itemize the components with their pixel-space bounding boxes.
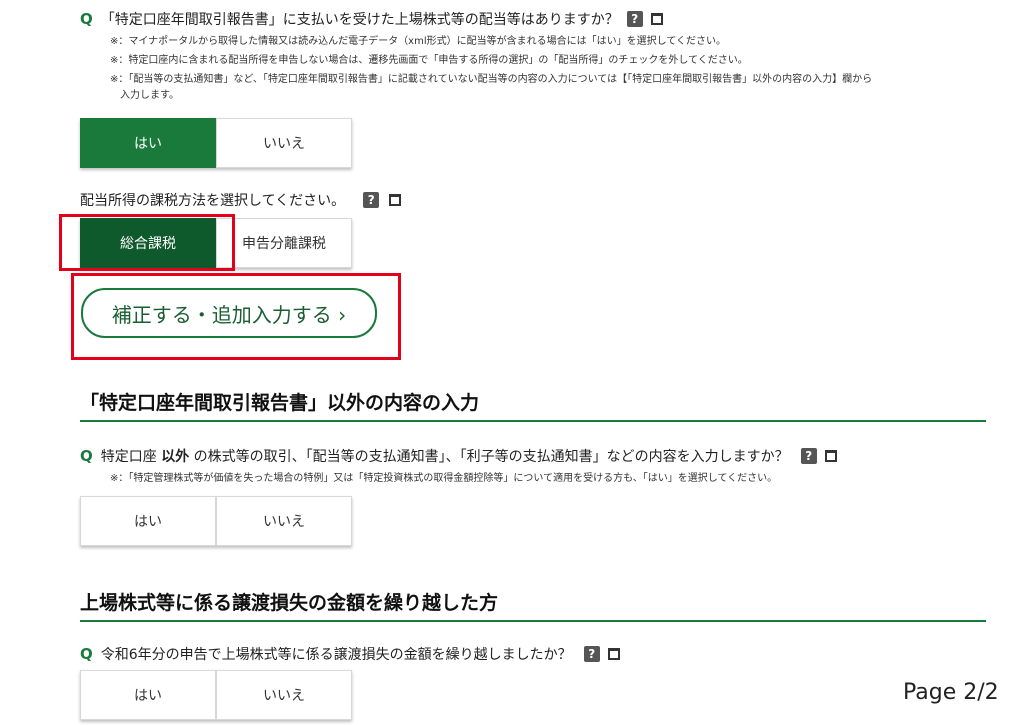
bunri-kazei-button[interactable]: 申告分離課税 <box>216 218 352 268</box>
section2-answer-group: はい いいえ <box>80 496 352 546</box>
section2-no-button[interactable]: いいえ <box>216 496 352 546</box>
q1-no-button[interactable]: いいえ <box>216 118 352 168</box>
new-window-icon[interactable] <box>650 13 663 25</box>
q1-text: 「特定口座年間取引報告書」に支払いを受けた上場株式等の配当等はありますか？ <box>100 12 619 28</box>
section3-answer-group: はい いいえ <box>80 670 352 720</box>
q1-note-3: ※：「配当等の支払通知書」など、「特定口座年間取引報告書」に記載されていない配当… <box>110 74 873 85</box>
q1-note-2: ※：特定口座内に含まれる配当所得を申告しない場合は、遷移先画面で「申告する所得の… <box>110 55 748 66</box>
help-icon[interactable]: ? <box>800 448 817 464</box>
correct-add-input-button[interactable]: 補正する・追加入力する › <box>81 288 377 338</box>
question-mark-label: Q <box>80 10 93 28</box>
section3-no-button[interactable]: いいえ <box>216 670 352 720</box>
help-icon[interactable]: ? <box>363 192 380 208</box>
section-heading: 「特定口座年間取引報告書」以外の内容の入力 <box>80 392 480 414</box>
q1-note-1: ※：マイナポータルから取得した情報又は読み込んだ電子データ（xml形式）に配当等… <box>110 36 727 47</box>
section3-question-text: 令和6年分の申告で上場株式等に係る譲渡損失の金額を繰り越しましたか？ <box>100 647 572 663</box>
help-icon[interactable]: ? <box>583 646 600 662</box>
page-indicator: Page 2/2 <box>903 680 999 705</box>
q1-question: Q 「特定口座年間取引報告書」に支払いを受けた上場株式等の配当等はありますか？ … <box>80 9 663 29</box>
help-icon[interactable]: ? <box>626 11 643 27</box>
question-mark-label: Q <box>80 447 93 465</box>
section-divider <box>80 420 986 422</box>
q2-question: 配当所得の課税方法を選択してください。 ? <box>80 190 402 210</box>
section3-question: Q 令和6年分の申告で上場株式等に係る譲渡損失の金額を繰り越しましたか？ ? <box>80 644 620 664</box>
section2-question-text: 特定口座 以外 の株式等の取引、「配当等の支払通知書」、「利子等の支払通知書」な… <box>101 446 789 466</box>
section2-note: ※：「特定管理株式等が価値を失った場合の特例」又は「特定投資株式の取得金額控除等… <box>110 473 778 484</box>
new-window-icon[interactable] <box>824 450 837 462</box>
q1-notes: ※：マイナポータルから取得した情報又は読み込んだ電子データ（xml形式）に配当等… <box>110 34 990 103</box>
section2-q-bold: 以外 <box>161 449 190 465</box>
section2-q-suffix: の株式等の取引、「配当等の支払通知書」、「利子等の支払通知書」などの内容を入力し… <box>189 449 789 465</box>
q1-yes-button[interactable]: はい <box>80 118 216 168</box>
q1-note-4: 入力します。 <box>120 90 179 101</box>
q2-text: 配当所得の課税方法を選択してください。 <box>80 193 346 209</box>
section3-yes-button[interactable]: はい <box>80 670 216 720</box>
section2-question: Q 特定口座 以外 の株式等の取引、「配当等の支払通知書」、「利子等の支払通知書… <box>80 446 837 466</box>
section2-q-prefix: 特定口座 <box>100 449 162 465</box>
question-mark-label: Q <box>80 645 93 663</box>
section-heading: 上場株式等に係る譲渡損失の金額を繰り越した方 <box>80 592 499 614</box>
new-window-icon[interactable] <box>607 648 620 660</box>
new-window-icon[interactable] <box>389 194 402 206</box>
highlight-box <box>59 214 235 271</box>
q1-answer-group: はい いいえ <box>80 118 352 168</box>
section2-yes-button[interactable]: はい <box>80 496 216 546</box>
section-divider <box>80 620 986 622</box>
